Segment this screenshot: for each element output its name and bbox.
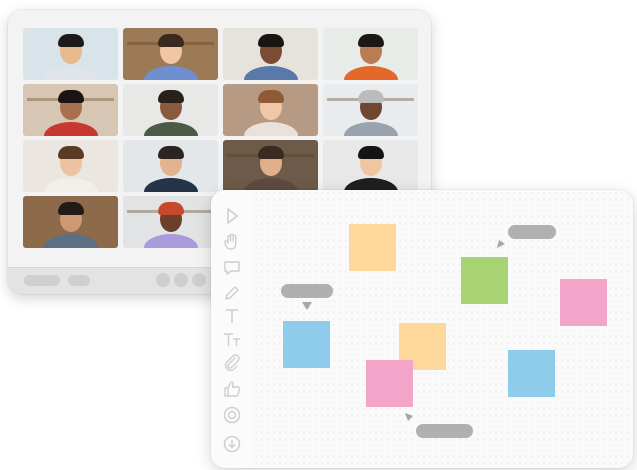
participant-video-tile[interactable] (323, 84, 418, 136)
collaborator-comment (416, 424, 473, 438)
cursor-arrow-icon (495, 238, 507, 250)
participant-hair (57, 34, 84, 47)
sticky-note-pink[interactable] (560, 279, 607, 326)
participant-hair (357, 90, 384, 103)
leave-control[interactable] (192, 273, 206, 287)
cursor-arrow-icon (403, 411, 415, 423)
participant-hair (357, 34, 384, 47)
pointer-icon[interactable] (222, 206, 242, 226)
participant-video-tile[interactable] (223, 28, 318, 80)
sticky-note-orange[interactable] (349, 224, 396, 271)
collaborator-comment (508, 225, 556, 239)
target-icon[interactable] (222, 405, 242, 425)
collaborator-comment (281, 284, 333, 298)
download-icon[interactable] (222, 434, 242, 454)
whiteboard-toolbar (211, 190, 251, 468)
mic-control[interactable] (156, 273, 170, 287)
participant-hair (257, 34, 284, 47)
cursor-arrow-icon (301, 300, 313, 312)
participant-video-tile[interactable] (323, 28, 418, 80)
call-info-pill (68, 275, 90, 286)
participant-video-tile[interactable] (123, 196, 218, 248)
participant-hair (257, 90, 284, 103)
sticky-note-blue[interactable] (283, 321, 330, 368)
thumbs-up-icon[interactable] (222, 379, 242, 399)
participant-video-tile[interactable] (123, 84, 218, 136)
participant-video-tile[interactable] (223, 84, 318, 136)
sticky-note-green[interactable] (461, 257, 508, 304)
participant-video-tile[interactable] (223, 140, 318, 192)
participant-video-tile[interactable] (323, 140, 418, 192)
text-size-icon[interactable] (222, 330, 242, 350)
comment-icon[interactable] (222, 258, 242, 278)
participant-hair (157, 146, 184, 159)
participant-hair (57, 90, 84, 103)
call-info-pill (24, 275, 60, 286)
sticky-note-blue[interactable] (508, 350, 555, 397)
participant-hair (157, 34, 184, 47)
participant-video-tile[interactable] (23, 140, 118, 192)
participant-video-tile[interactable] (123, 28, 218, 80)
participant-hair (57, 146, 84, 159)
participant-video-tile[interactable] (123, 140, 218, 192)
text-icon[interactable] (222, 306, 242, 326)
sticky-note-pink[interactable] (366, 360, 413, 407)
attachment-icon[interactable] (222, 353, 242, 373)
participant-hair (157, 90, 184, 103)
participant-hair (257, 146, 284, 159)
participant-hair (357, 146, 384, 159)
participant-hair (157, 202, 184, 215)
camera-control[interactable] (174, 273, 188, 287)
pen-icon[interactable] (222, 283, 242, 303)
participant-hair (57, 202, 84, 215)
whiteboard-canvas[interactable] (211, 190, 633, 468)
participant-video-tile[interactable] (23, 196, 118, 248)
hand-icon[interactable] (222, 232, 242, 252)
participant-video-tile[interactable] (23, 28, 118, 80)
participant-video-tile[interactable] (23, 84, 118, 136)
